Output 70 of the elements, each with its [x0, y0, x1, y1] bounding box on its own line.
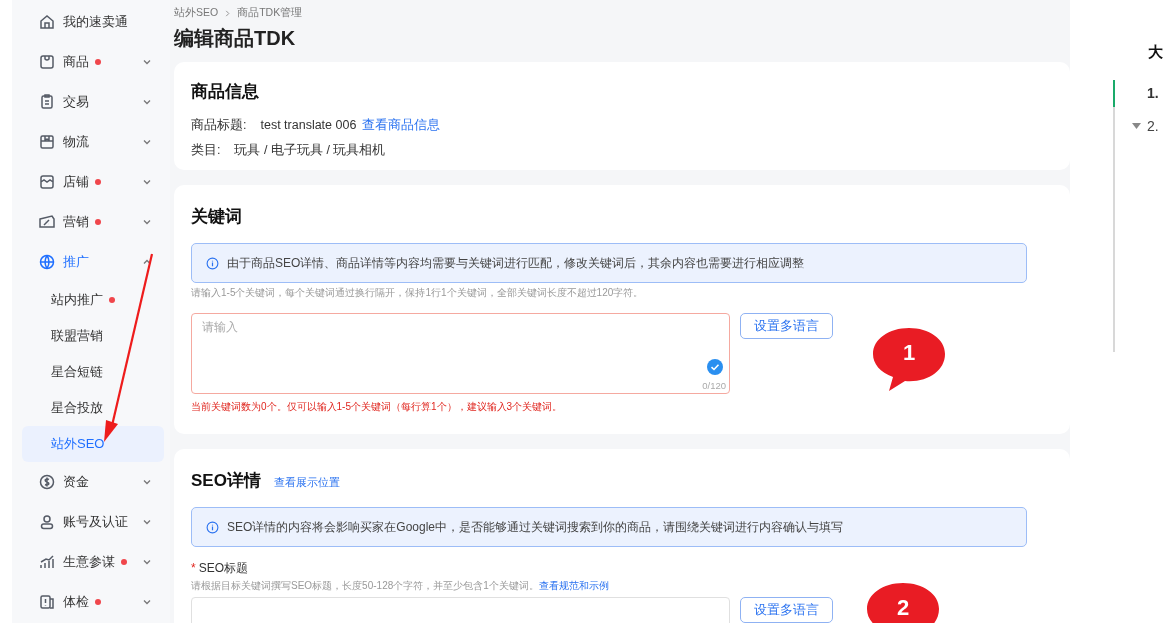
sidebar-item[interactable]: 商品: [22, 42, 164, 82]
outline-item[interactable]: 1.: [1147, 85, 1159, 101]
sidebar-item[interactable]: 生意参谋: [22, 542, 164, 582]
box-icon: [38, 133, 56, 151]
home-icon: [38, 13, 56, 31]
hint-text: 请根据目标关键词撰写SEO标题，长度50-128个字符，并至少包含1个关键词。: [191, 580, 539, 591]
sidebar-item[interactable]: 账号及认证: [22, 502, 164, 542]
submenu-item[interactable]: 星合短链: [22, 354, 164, 390]
breadcrumb-item[interactable]: 站外SEO: [174, 6, 219, 20]
chevron-icon: [142, 557, 152, 567]
breadcrumb-item: 商品TDK管理: [237, 6, 303, 20]
error-text: 当前关键词数为0个。仅可以输入1-5个关键词（每行算1个），建议输入3个关键词。: [191, 400, 564, 414]
section-title: 商品信息: [191, 81, 260, 103]
sidebar-item[interactable]: 推广: [22, 242, 164, 282]
chevron-icon: [142, 257, 152, 267]
hint-text: 请输入1-5个关键词，每个关键词通过换行隔开，保持1行1个关键词，全部关键词长度不超过120字符。: [191, 286, 645, 300]
info-icon: [206, 256, 219, 270]
multilanguage-button[interactable]: 设置多语言: [740, 313, 833, 339]
char-counter: 0/120: [702, 380, 726, 391]
report-icon: [38, 593, 56, 611]
submenu-item[interactable]: 站内推广: [22, 282, 164, 318]
chevron-icon: [224, 9, 232, 17]
clipboard-icon: [38, 93, 56, 111]
chevron-icon: [142, 217, 152, 227]
bag-icon: [38, 53, 56, 71]
multilanguage-button[interactable]: 设置多语言: [740, 597, 833, 623]
sidebar-item[interactable]: 交易: [22, 82, 164, 122]
sidebar-item[interactable]: 物流: [22, 122, 164, 162]
outline-title: 大: [1148, 43, 1163, 62]
page-title: 编辑商品TDK: [174, 26, 297, 51]
section-title: 关键词: [191, 206, 243, 228]
field-value: test translate 006: [260, 118, 357, 132]
field-label: 商品标题:: [191, 117, 247, 134]
chevron-icon: [142, 177, 152, 187]
storefront-icon: [38, 173, 56, 191]
field-label: SEO标题: [198, 561, 248, 575]
dollar-icon: [38, 473, 56, 491]
chevron-icon: [142, 97, 152, 107]
required-mark: *: [191, 561, 196, 575]
sidebar-item[interactable]: 我的速卖通: [22, 2, 164, 42]
view-product-link[interactable]: 查看商品信息: [362, 117, 441, 134]
notice-text: 由于商品SEO详情、商品详情等内容均需要与关键词进行匹配，修改关键词后，其余内容也需要进行相应调整: [227, 254, 805, 272]
outline-item[interactable]: 2.: [1132, 118, 1159, 134]
submenu-item[interactable]: 站外SEO: [22, 426, 164, 462]
chevron-icon: [142, 477, 152, 487]
submenu-item[interactable]: 星合投放: [22, 390, 164, 426]
chart-icon: [38, 553, 56, 571]
globe-icon: [38, 253, 56, 271]
callout-bubble: 2: [865, 582, 941, 623]
chevron-icon: [142, 597, 152, 607]
view-position-link[interactable]: 查看展示位置: [273, 476, 340, 490]
submenu-item[interactable]: 联盟营销: [22, 318, 164, 354]
placeholder-text: 请输入: [202, 321, 238, 333]
sidebar-item[interactable]: 营销: [22, 202, 164, 242]
section-title: SEO详情: [191, 470, 261, 492]
ticket-icon: [38, 213, 56, 231]
info-icon: [206, 520, 219, 534]
sidebar-item[interactable]: 资金: [22, 462, 164, 502]
guidelines-link[interactable]: 查看规范和示例: [538, 580, 609, 591]
chevron-icon: [142, 57, 152, 67]
check-icon: [707, 359, 723, 375]
user-icon: [38, 513, 56, 531]
field-value: 玩具 / 电子玩具 / 玩具相机: [234, 142, 386, 159]
sidebar-item[interactable]: 店铺: [22, 162, 164, 202]
sidebar-item[interactable]: 体检: [22, 582, 164, 622]
chevron-icon: [142, 137, 152, 147]
notice-text: SEO详情的内容将会影响买家在Google中，是否能够通过关键词搜索到你的商品，请围绕关键词进行内容确认与填写: [227, 518, 844, 536]
chevron-icon: [142, 517, 152, 527]
field-label: 类目:: [191, 142, 221, 159]
caret-icon: [1132, 123, 1141, 129]
